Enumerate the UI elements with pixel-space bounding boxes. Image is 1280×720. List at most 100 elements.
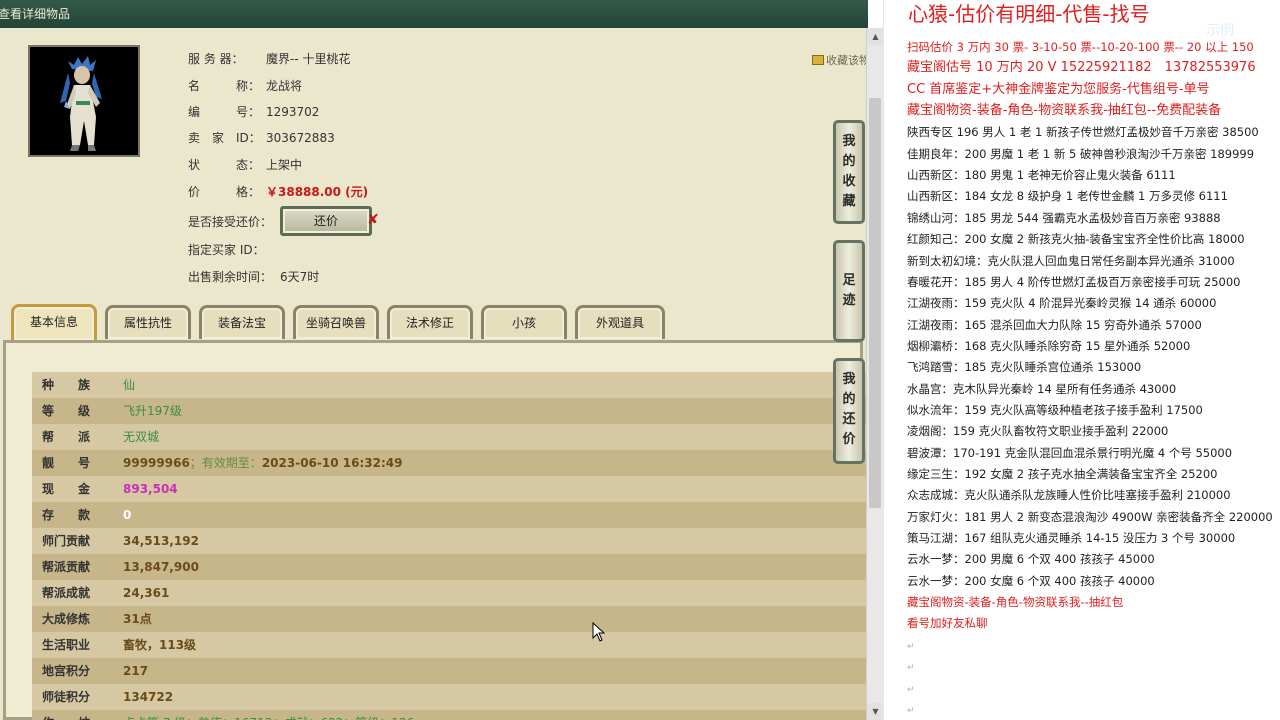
history-button[interactable]: 足 迹 xyxy=(833,240,865,342)
my-favorites-char: 的 xyxy=(842,154,856,169)
counter-offer-button[interactable]: 还价 xyxy=(280,206,372,236)
notes-line: 山西新区：184 女龙 8 级护身 1 老传世金麟 1 万多灵修 6111 xyxy=(907,189,1228,203)
scroll-up-icon[interactable]: ▲ xyxy=(867,28,884,45)
my-favorites-char: 我 xyxy=(842,134,856,149)
number-label: 编 号： xyxy=(188,105,261,119)
add-favorite-link[interactable]: 收藏该物 xyxy=(812,52,868,68)
tab-equipment[interactable]: 装备法宝 xyxy=(199,305,285,339)
scroll-down-icon[interactable]: ▼ xyxy=(867,703,884,720)
notes-line: 水晶宫：克木队异光秦岭 14 星所有任务通杀 43000 xyxy=(907,382,1177,396)
seller-label: 卖 家 ID： xyxy=(188,131,261,145)
history-char: 迹 xyxy=(842,293,856,308)
server-value: 魔界-- 十里桃花 xyxy=(266,52,351,66)
palace-points-value: 217 xyxy=(123,664,149,678)
status-label: 状 态： xyxy=(188,158,261,172)
tab-spell-correction[interactable]: 法术修正 xyxy=(387,305,473,339)
screen: 查看详细物品 服 务 器： 魔界-- 十里桃花 名 称： 龙战将 编 号： 12… xyxy=(0,0,1280,720)
folder-icon xyxy=(812,55,824,65)
table-row: 帮派成就 24,361 xyxy=(32,580,866,606)
table-row: 现 金 893,504 xyxy=(32,476,866,502)
notes-line: 江湖夜雨：165 混杀回血大力队除 15 穷奇外通杀 57000 xyxy=(907,318,1202,332)
notes-line: 佳期良年：200 男魔 1 老 1 新 5 破神兽秒浪淘沙千万亲密 189999 xyxy=(907,147,1255,161)
server-row: 服 务 器： 魔界-- 十里桃花 xyxy=(188,50,350,68)
name-row: 名 称： 龙战将 xyxy=(188,77,302,95)
notes-line: 似水流年：159 克火队高等级种植老孩子接手盈利 17500 xyxy=(907,403,1203,417)
notes-line: 扫码估价 3 万内 30 票- 3-10-50 票--10-20-100 票--… xyxy=(907,40,1254,54)
table-row: 师徒积分 134722 xyxy=(32,684,866,710)
cultivation-value: 31点 xyxy=(123,612,152,626)
notes-headline: 心猿-估价有明细-代售-找号 xyxy=(908,2,1150,26)
notes-line: 碧波潭：170-191 克金队混回血混杀景行明光魔 4 个号 55000 xyxy=(907,446,1233,460)
deposit-value: 0 xyxy=(123,508,132,522)
number-value: 1293702 xyxy=(266,105,320,119)
notes-line: 锦绣山河：185 男龙 544 强霸克水孟极妙音百万亲密 93888 xyxy=(907,211,1221,225)
empty-line: ↵ xyxy=(907,663,915,673)
buyer-label: 指定买家 ID： xyxy=(188,243,265,257)
notes-line: 飞鸿踏雪：185 克火队睡杀宫位通杀 153000 xyxy=(907,360,1142,374)
vertical-scrollbar[interactable]: ▲ ▼ xyxy=(866,28,884,720)
add-favorite-label: 收藏该物 xyxy=(826,54,868,67)
history-char: 足 xyxy=(842,273,856,288)
item-detail-window: 查看详细物品 服 务 器： 魔界-- 十里桃花 名 称： 龙战将 编 号： 12… xyxy=(0,0,868,720)
life-job-value: 畜牧，113级 xyxy=(123,638,197,652)
workshop-value: 点卡等 7 级；熟练：16713；成就：622；等级：126 xyxy=(123,710,414,720)
tab-mounts-pets[interactable]: 坐骑召唤兽 xyxy=(293,305,379,339)
mouse-cursor-icon xyxy=(592,622,606,642)
number-row: 编 号： 1293702 xyxy=(188,103,319,121)
counter-offer-label: 是否接受还价： xyxy=(188,215,273,229)
notes-line: 新到太初幻境：克火队混人回血鬼日常任务副本异光通杀 31000 xyxy=(907,254,1235,268)
vanity-id-expiry-value: 2023-06-10 16:32:49 xyxy=(261,456,403,470)
notes-line: 陕西专区 196 男人 1 老 1 新孩子传世燃灯孟极妙音千万亲密 38500 xyxy=(907,125,1259,139)
window-title: 查看详细物品 xyxy=(0,7,71,21)
name-value: 龙战将 xyxy=(266,79,303,93)
my-favorites-button[interactable]: 我 的 收 藏 xyxy=(833,120,865,224)
empty-line: ↵ xyxy=(907,685,915,695)
race-value: 仙 xyxy=(123,378,136,392)
status-value: 上架中 xyxy=(266,158,303,172)
notes-line: 烟柳灞桥：168 克火队睡杀除穷奇 15 星外通杀 52000 xyxy=(907,339,1191,353)
tab-basic-info[interactable]: 基本信息 xyxy=(11,304,97,340)
price-label: 价 格： xyxy=(188,185,261,199)
vanity-id-label: 靓 号 xyxy=(42,456,91,470)
price-value: ￥38888.00 (元) xyxy=(266,185,369,199)
guild-achievement-label: 帮派成就 xyxy=(42,586,91,600)
tab-children[interactable]: 小孩 xyxy=(481,305,567,339)
workshop-label: 作 坊 xyxy=(42,710,122,720)
tab-appearance[interactable]: 外观道具 xyxy=(575,305,665,339)
my-counter-offers-button[interactable]: 我 的 还 价 xyxy=(833,358,865,464)
table-row: 生活职业 畜牧，113级 xyxy=(32,632,866,658)
window-titlebar[interactable]: 查看详细物品 xyxy=(0,0,868,28)
remaining-time-row: 出售剩余时间： 6天7时 xyxy=(188,268,319,286)
remaining-time-label: 出售剩余时间： xyxy=(188,270,273,284)
level-label: 等 级 xyxy=(42,404,91,418)
guild-contribution-value: 13,847,900 xyxy=(123,560,199,574)
mentor-points-value: 134722 xyxy=(123,690,174,704)
notes-line: 看号加好友私聊 xyxy=(907,616,988,630)
deposit-label: 存 款 xyxy=(42,508,91,522)
notes-line: 藏宝阁物资-装备-角色-物资联系我--抽红包 xyxy=(907,595,1124,609)
cash-label: 现 金 xyxy=(42,482,91,496)
guild-achievement-value: 24,361 xyxy=(123,586,170,600)
notes-line: 云水一梦：200 女魔 6 个双 400 孩孩子 40000 xyxy=(907,574,1155,588)
watermark-text: 示例 xyxy=(1206,23,1234,39)
table-row: 等 级 飞升197级 xyxy=(32,398,866,424)
empty-line: ↵ xyxy=(907,706,915,716)
scrollbar-thumb[interactable] xyxy=(869,98,881,508)
table-row: 靓 号 99999966；有效期至：2023-06-10 16:32:49 xyxy=(32,450,866,476)
palace-points-label: 地宫积分 xyxy=(42,664,91,678)
sect-contribution-value: 34,513,192 xyxy=(123,534,199,548)
name-label: 名 称： xyxy=(188,79,261,93)
seller-row: 卖 家 ID： 303672883 xyxy=(188,129,335,147)
vanity-id-number: 99999966 xyxy=(123,456,190,470)
table-row: 存 款 0 xyxy=(32,502,866,528)
buyer-row: 指定买家 ID： xyxy=(188,241,280,259)
notes-line: 众志成城：克火队通杀队龙族睡人性价比哇塞接手盈利 210000 xyxy=(907,488,1231,502)
tab-attributes[interactable]: 属性抗性 xyxy=(105,305,191,339)
table-row: 种 族 仙 xyxy=(32,372,866,398)
notes-line: 山西新区：180 男鬼 1 老神无价容止鬼火装备 6111 xyxy=(907,168,1176,182)
race-label: 种 族 xyxy=(42,378,91,392)
table-row: 作 坊 点卡等 7 级；熟练：16713；成就：622；等级：126 xyxy=(32,710,866,720)
notes-line: 凌烟阁：159 克火队畜牧符文职业接手盈利 22000 xyxy=(907,424,1169,438)
not-accept-icon: ✘ xyxy=(367,212,379,228)
life-job-label: 生活职业 xyxy=(42,638,91,652)
